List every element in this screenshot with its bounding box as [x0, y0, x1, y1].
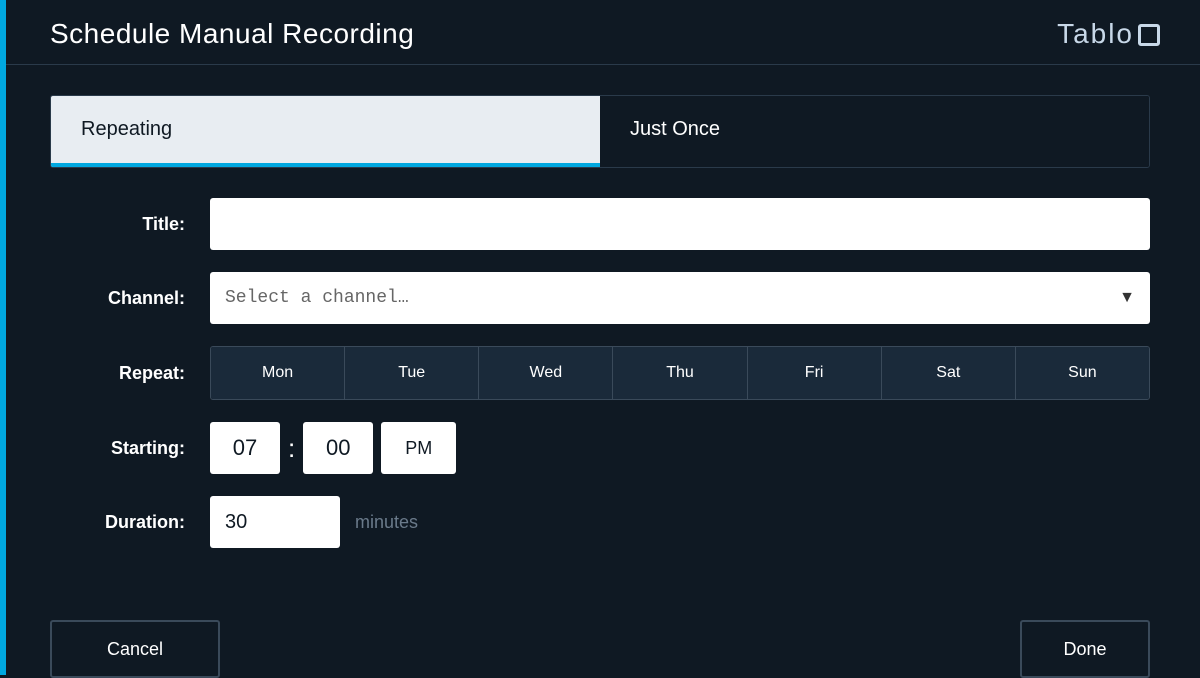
tablo-logo: Tablo — [1057, 18, 1160, 50]
logo-box-icon — [1138, 24, 1160, 46]
bottom-buttons: Cancel Done — [0, 600, 1200, 678]
time-hour-input[interactable] — [210, 422, 280, 474]
title-label: Title: — [50, 214, 210, 235]
day-tue[interactable]: Tue — [345, 347, 479, 399]
day-wed[interactable]: Wed — [479, 347, 613, 399]
day-fri[interactable]: Fri — [748, 347, 882, 399]
duration-input[interactable] — [210, 496, 340, 548]
channel-label: Channel: — [50, 288, 210, 309]
title-row: Title: — [50, 198, 1150, 250]
channel-row: Channel: Select a channel… ▼ — [50, 272, 1150, 324]
time-minute-input[interactable] — [303, 422, 373, 474]
day-sun[interactable]: Sun — [1016, 347, 1149, 399]
starting-label: Starting: — [50, 438, 210, 459]
left-accent-bar — [0, 0, 6, 675]
day-sat[interactable]: Sat — [882, 347, 1016, 399]
channel-select[interactable]: Select a channel… — [210, 272, 1150, 324]
day-mon[interactable]: Mon — [211, 347, 345, 399]
repeat-label: Repeat: — [50, 363, 210, 384]
done-button[interactable]: Done — [1020, 620, 1150, 678]
ampm-toggle[interactable]: PM — [381, 422, 456, 474]
time-colon: : — [288, 433, 295, 464]
time-container: : PM — [210, 422, 456, 474]
duration-label: Duration: — [50, 512, 210, 533]
starting-row: Starting: : PM — [50, 422, 1150, 474]
days-container: Mon Tue Wed Thu Fri Sat Sun — [210, 346, 1150, 400]
channel-select-wrapper: Select a channel… ▼ — [210, 272, 1150, 324]
tab-repeating[interactable]: Repeating — [51, 96, 600, 167]
duration-row: Duration: minutes — [50, 496, 1150, 548]
duration-unit: minutes — [355, 512, 418, 533]
page-title: Schedule Manual Recording — [50, 18, 414, 50]
logo-text: Tablo — [1057, 18, 1134, 50]
tab-switcher: Repeating Just Once — [50, 95, 1150, 168]
day-thu[interactable]: Thu — [613, 347, 747, 399]
title-input[interactable] — [210, 198, 1150, 250]
main-content: Repeating Just Once Title: Channel: Sele… — [0, 65, 1200, 590]
repeat-row: Repeat: Mon Tue Wed Thu Fri Sat Sun — [50, 346, 1150, 400]
duration-container: minutes — [210, 496, 418, 548]
header: Schedule Manual Recording Tablo — [0, 0, 1200, 65]
tab-just-once[interactable]: Just Once — [600, 96, 1149, 167]
cancel-button[interactable]: Cancel — [50, 620, 220, 678]
